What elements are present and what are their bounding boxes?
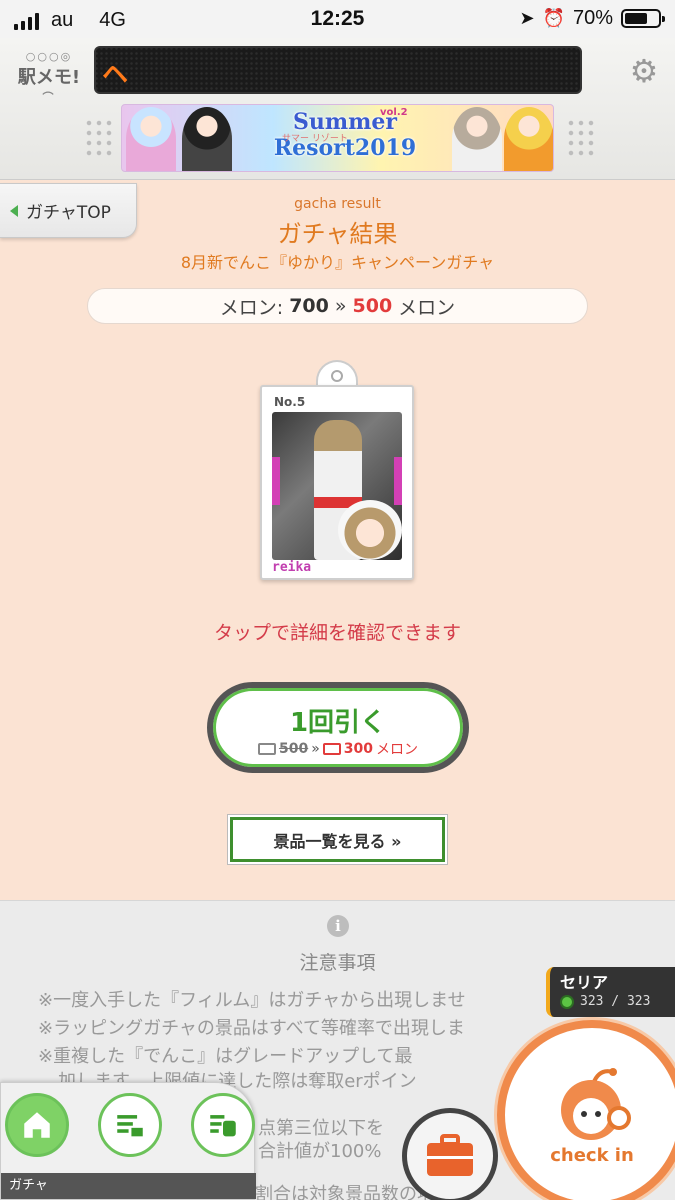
old-cost: 500 xyxy=(278,741,309,757)
campaign-name: 8月新でんこ『ゆかり』キャンペーンガチャ xyxy=(180,253,495,272)
location-icon: ➤ xyxy=(519,8,535,28)
card-artwork xyxy=(272,412,402,560)
melon-arrow: » xyxy=(334,295,347,317)
result-subtitle: gacha result xyxy=(294,196,381,212)
banner-prev-dots xyxy=(84,118,114,158)
checkin-character-icon xyxy=(561,1068,631,1140)
battery-icon xyxy=(621,9,665,28)
logo-text: 駅メモ! xyxy=(17,67,81,88)
banner-character xyxy=(126,107,176,171)
home-icon xyxy=(24,1112,50,1138)
note-line: ※ラッピングガチャの景品はすべて等確率で出現しま xyxy=(38,1018,465,1039)
page-title: ガチャ結果 xyxy=(277,220,398,248)
check-in-button[interactable]: check in xyxy=(497,1020,675,1200)
cost-unit: メロン xyxy=(376,742,419,758)
melon-balance-bar: メロン: 700 » 500 メロン xyxy=(87,288,588,324)
new-cost: 300 xyxy=(343,741,374,757)
cost-arrow: » xyxy=(311,741,320,757)
app-logo[interactable]: ○○○◎ 駅メモ! ⌒ xyxy=(14,50,84,105)
app-header: ○○○◎ 駅メモ! ⌒ ヘ ⚙ Summer Resort2019 vol.2 … xyxy=(0,38,675,180)
prize-list-button[interactable]: 景品一覧を見る » xyxy=(230,817,445,862)
status-bar: au 4G 12:25 ➤ ⏰ 70% xyxy=(0,0,675,38)
partner-status[interactable]: セリア 323 / 323 xyxy=(546,967,675,1017)
banner-character xyxy=(452,107,502,171)
hp-icon xyxy=(560,994,574,1009)
route-nav-button[interactable] xyxy=(98,1093,162,1157)
draw-button-label: 1回引く xyxy=(289,708,387,738)
character-portrait xyxy=(338,500,402,560)
route-list-icon xyxy=(117,1115,143,1137)
battery-percent: 70% xyxy=(572,7,613,29)
toolbox-button[interactable] xyxy=(402,1108,498,1200)
card-character-name: reika xyxy=(272,560,312,575)
ticket-icon xyxy=(257,743,276,755)
check-in-label: check in xyxy=(550,1145,634,1166)
train-list-icon xyxy=(210,1115,236,1137)
station-nav-button[interactable] xyxy=(191,1093,255,1157)
led-text: ヘ xyxy=(102,60,128,90)
draw-cost: 500 » 300 メロン xyxy=(213,739,463,759)
banner-character xyxy=(504,107,553,171)
banner-kana: サマー リゾート xyxy=(282,134,348,144)
banner-vol: vol.2 xyxy=(380,107,408,118)
result-card[interactable]: No.5 reika xyxy=(260,385,414,580)
hp-value: 323 / 323 xyxy=(580,994,651,1009)
nav-current-label: ガチャ xyxy=(1,1173,256,1199)
note-line: 合計値が100% xyxy=(258,1141,382,1162)
melon-label: メロン: xyxy=(219,296,284,319)
info-icon: i xyxy=(327,915,349,937)
alarm-icon: ⏰ xyxy=(542,8,565,28)
banner-character xyxy=(182,107,232,171)
note-line: ※一度入手した『フィルム』はガチャから出現しませ xyxy=(38,990,466,1011)
card-number: No.5 xyxy=(274,395,306,409)
melon-after: 500 xyxy=(352,295,393,317)
toolbox-icon xyxy=(427,1134,473,1176)
led-message-board: ヘ xyxy=(94,46,582,94)
event-banner[interactable]: Summer Resort2019 vol.2 サマー リゾート xyxy=(121,104,554,172)
home-nav-button[interactable] xyxy=(5,1093,69,1157)
tap-hint: タップで詳細を確認できます xyxy=(213,622,461,644)
ticket-icon xyxy=(322,743,341,755)
bottom-nav: ガチャ xyxy=(0,1082,256,1200)
ring-icon xyxy=(331,370,343,382)
partner-name: セリア xyxy=(560,973,609,992)
melon-unit: メロン xyxy=(398,296,456,319)
note-line: ※重複した『でんこ』はグレードアップして最 xyxy=(38,1046,413,1067)
partner-hp: 323 / 323 xyxy=(560,994,650,1009)
banner-next-dots xyxy=(566,118,596,158)
draw-once-button[interactable]: 1回引く 500 » 300 メロン xyxy=(207,682,469,773)
melon-before: 700 xyxy=(289,295,329,317)
gear-icon[interactable]: ⚙ xyxy=(629,55,659,87)
